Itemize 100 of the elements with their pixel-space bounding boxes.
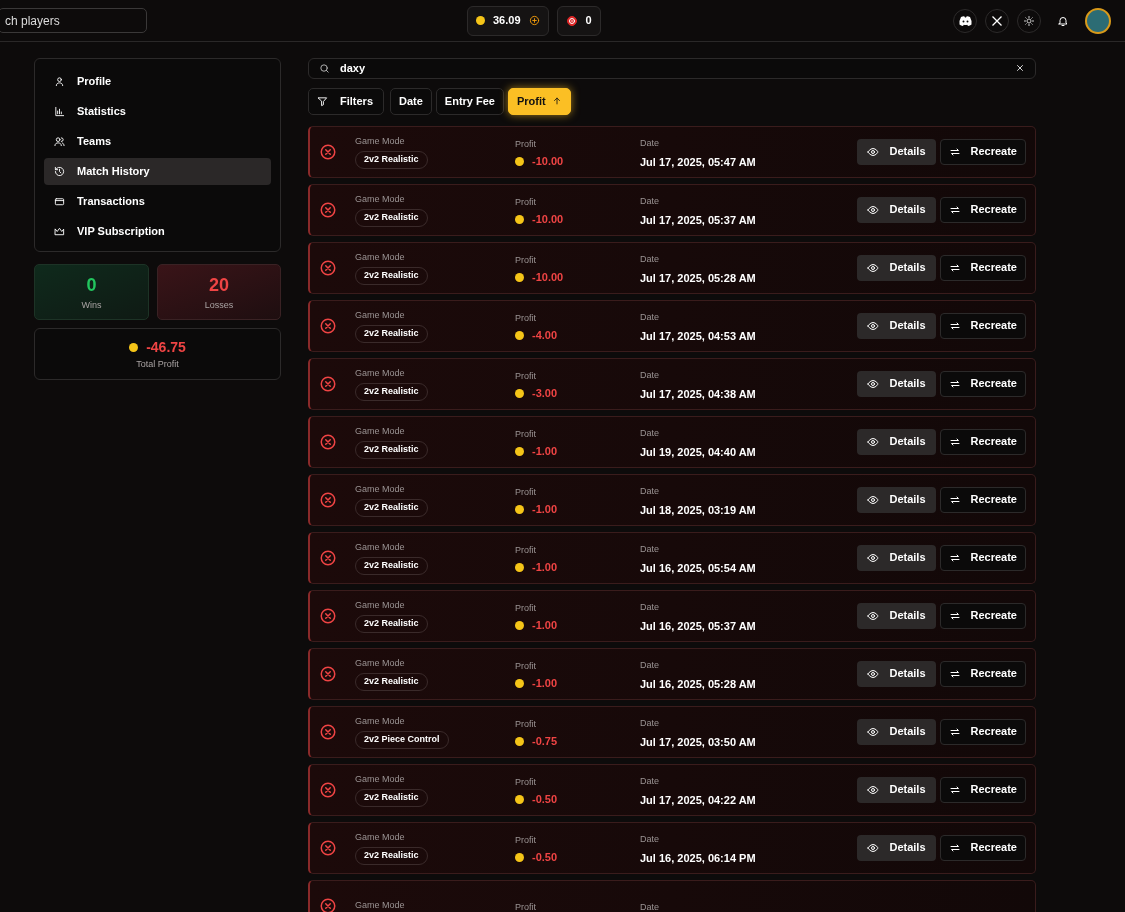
coin-icon — [515, 504, 524, 514]
recreate-button[interactable]: Recreate — [939, 486, 1026, 513]
details-button[interactable]: Details — [857, 834, 936, 861]
field-label: Game Mode — [355, 898, 406, 912]
field-label: Game Mode — [355, 598, 406, 612]
field-label: Profit — [515, 833, 537, 847]
recreate-button[interactable]: Recreate — [939, 254, 1026, 281]
sidebar-item[interactable]: Statistics — [44, 98, 271, 125]
recreate-button[interactable]: Recreate — [939, 312, 1026, 339]
details-button[interactable]: Details — [857, 486, 936, 513]
sidebar-item[interactable]: Profile — [44, 68, 271, 95]
eye-icon — [867, 377, 880, 390]
recreate-button[interactable]: Recreate — [939, 544, 1026, 571]
search-icon — [319, 62, 330, 74]
field-label: Game Mode — [355, 482, 406, 496]
details-button[interactable]: Details — [857, 718, 936, 745]
match-date: Jul 16, 2025, 05:37 AM — [640, 618, 756, 634]
profit-value: -1.00 — [532, 618, 558, 633]
x-circle-icon — [319, 548, 337, 567]
field-label: Profit — [515, 543, 537, 557]
recreate-button[interactable]: Recreate — [939, 370, 1026, 397]
recreate-button[interactable]: Recreate — [939, 138, 1026, 165]
x-circle-icon — [319, 722, 337, 741]
field-label: Date — [640, 369, 660, 382]
recreate-button[interactable]: Recreate — [939, 660, 1026, 687]
details-button[interactable]: Details — [857, 370, 936, 397]
sidebar-item[interactable]: Teams — [44, 128, 271, 155]
field-label: Profit — [515, 601, 537, 615]
x-circle-icon — [319, 490, 337, 509]
stat-label: Wins — [81, 298, 102, 312]
recreate-button[interactable]: Recreate — [939, 834, 1026, 861]
profit-value: -10.00 — [532, 154, 564, 169]
field-label: Date — [640, 137, 660, 150]
x-circle-icon — [319, 664, 337, 683]
details-button[interactable]: Details — [857, 602, 936, 629]
details-button[interactable]: Details — [857, 196, 936, 223]
field-label: Game Mode — [355, 830, 406, 844]
match-date: Jul 17, 2025, 05:28 AM — [640, 270, 756, 286]
field-label: Profit — [515, 485, 537, 499]
details-button[interactable]: Details — [857, 428, 936, 455]
x-circle-icon — [319, 838, 337, 857]
match-date: Jul 17, 2025, 05:47 AM — [640, 154, 756, 170]
coin-icon — [515, 156, 524, 166]
recreate-button[interactable]: Recreate — [939, 602, 1026, 629]
field-label: Game Mode — [355, 134, 406, 148]
field-label: Profit — [515, 427, 537, 441]
sort-button[interactable]: Profit — [508, 87, 571, 115]
stat-value: 20 — [209, 273, 230, 297]
match-date: Jul 16, 2025, 05:54 AM — [640, 560, 756, 576]
sort-button[interactable]: Entry Fee — [435, 87, 504, 115]
field-label: Profit — [515, 659, 537, 673]
sort-button[interactable]: Date — [390, 87, 432, 115]
eye-icon — [867, 203, 880, 216]
field-label: Profit — [515, 717, 537, 731]
x-circle-icon — [319, 780, 337, 799]
details-button[interactable]: Details — [857, 254, 936, 281]
avatar[interactable] — [1085, 7, 1111, 34]
card-icon — [54, 196, 65, 207]
tickets-pill[interactable]: 0 — [556, 5, 601, 36]
recreate-button[interactable]: Recreate — [939, 718, 1026, 745]
people-icon — [54, 136, 65, 147]
ticket-count: 0 — [585, 13, 592, 29]
coin-icon — [515, 852, 524, 862]
search-input[interactable]: daxy — [338, 59, 1007, 78]
search-field[interactable]: daxy — [308, 58, 1036, 79]
stat-label: Total Profit — [136, 357, 179, 371]
field-label: Date — [640, 485, 660, 498]
coin-icon — [515, 794, 524, 804]
search-field[interactable]: ch players — [0, 8, 147, 33]
eye-icon — [867, 841, 880, 854]
stat-label: Losses — [204, 298, 234, 312]
field-label: Date — [640, 253, 660, 266]
coin-icon — [515, 330, 524, 340]
balance-pill[interactable]: 36.09 — [467, 5, 549, 36]
sidebar-item[interactable]: Transactions — [44, 188, 271, 215]
details-button[interactable]: Details — [857, 138, 936, 165]
sidebar-item[interactable]: Match History — [44, 158, 271, 185]
eye-icon — [867, 783, 880, 796]
field-label: Game Mode — [355, 656, 406, 670]
coin-icon — [515, 620, 524, 630]
details-button[interactable]: Details — [857, 544, 936, 571]
field-label: Game Mode — [355, 308, 406, 322]
details-button[interactable]: Details — [857, 660, 936, 687]
sidebar-item[interactable]: VIP Subscription — [44, 218, 271, 245]
profit-value: -1.00 — [532, 444, 558, 459]
field-label: Game Mode — [355, 540, 406, 554]
details-button[interactable]: Details — [857, 776, 936, 803]
bell-icon[interactable] — [1057, 14, 1069, 27]
recreate-button[interactable]: Recreate — [939, 196, 1026, 223]
field-label: Date — [640, 601, 660, 614]
x-circle-icon — [319, 200, 337, 219]
profit-value: -1.00 — [532, 502, 558, 517]
filters-button[interactable]: Filters — [308, 87, 384, 115]
details-button[interactable]: Details — [857, 312, 936, 339]
recreate-button[interactable]: Recreate — [939, 428, 1026, 455]
field-label: Game Mode — [355, 772, 406, 786]
x-circle-icon — [319, 142, 337, 161]
field-label: Game Mode — [355, 424, 406, 438]
recreate-button[interactable]: Recreate — [939, 776, 1026, 803]
field-label: Game Mode — [355, 366, 406, 380]
